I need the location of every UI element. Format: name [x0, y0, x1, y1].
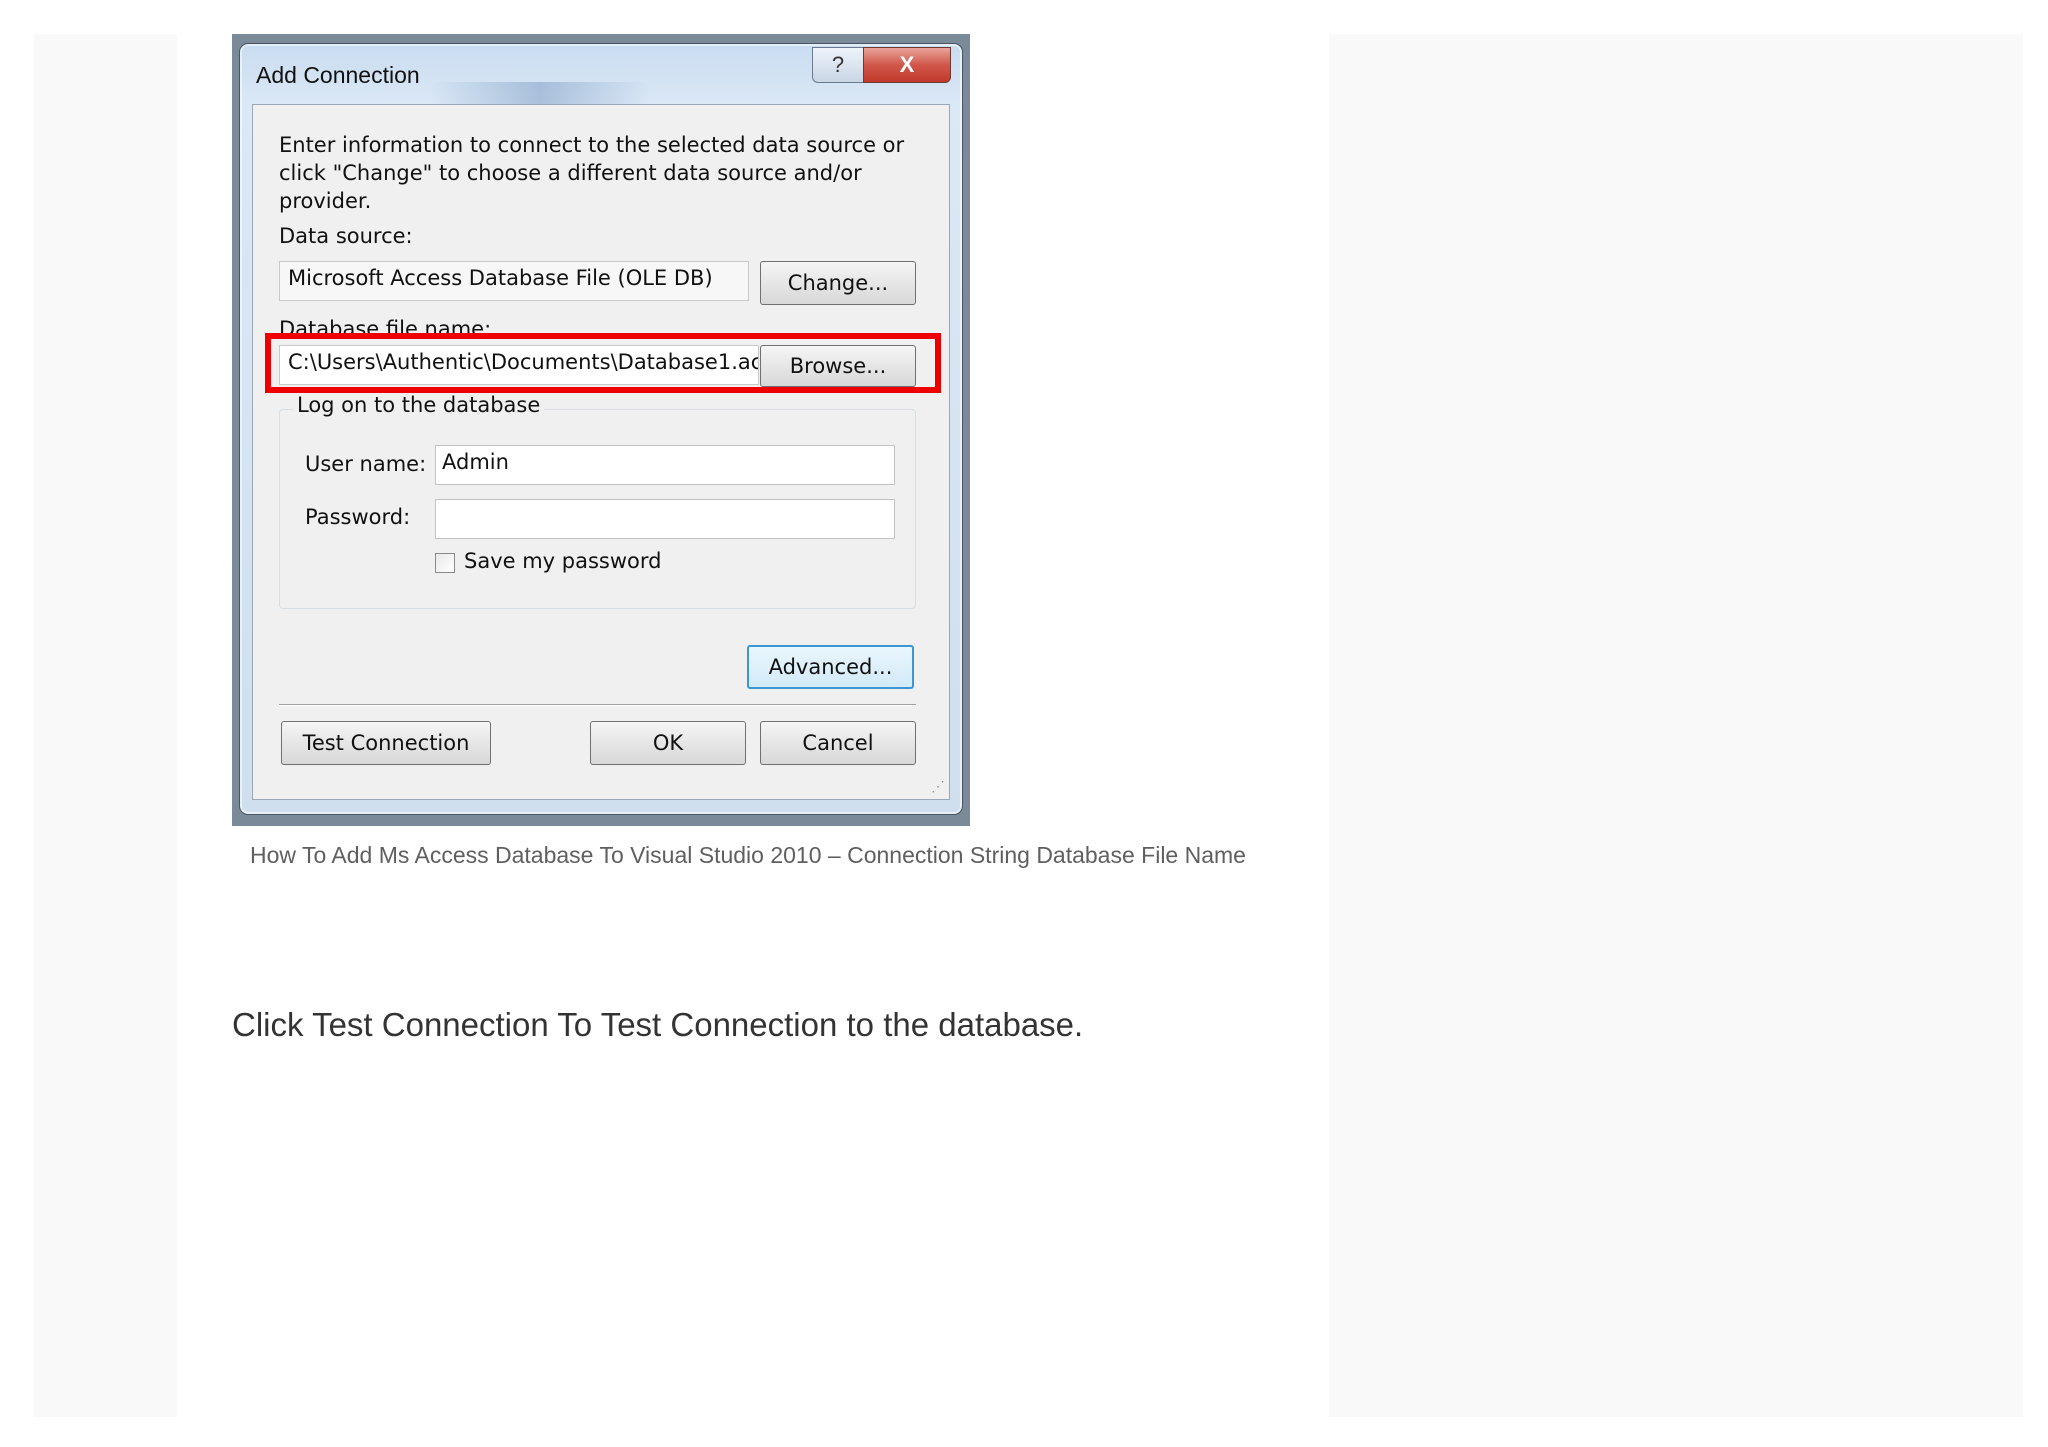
data-source-label: Data source:	[279, 224, 413, 248]
user-name-label: User name:	[305, 452, 427, 476]
help-icon: ?	[831, 52, 845, 77]
left-gutter	[34, 34, 177, 1417]
help-button[interactable]: ?	[812, 47, 864, 83]
advanced-button[interactable]: Advanced...	[747, 645, 914, 689]
figure-caption: How To Add Ms Access Database To Visual …	[250, 842, 1246, 868]
divider	[279, 704, 916, 706]
test-connection-button[interactable]: Test Connection	[281, 721, 491, 765]
data-source-field: Microsoft Access Database File (OLE DB)	[279, 261, 749, 301]
resize-grip-icon[interactable]: ⋰	[931, 778, 945, 795]
close-button[interactable]: X	[863, 47, 951, 83]
save-password-checkbox[interactable]	[435, 553, 455, 573]
dialog-client-area: Enter information to connect to the sele…	[252, 104, 950, 800]
right-sidebar	[1329, 34, 2023, 1417]
intro-text: Enter information to connect to the sele…	[279, 133, 905, 213]
cancel-button[interactable]: Cancel	[760, 721, 916, 765]
logon-group-title: Log on to the database	[293, 393, 545, 417]
close-icon: X	[899, 52, 915, 77]
password-input[interactable]	[435, 499, 895, 539]
add-connection-dialog: Add Connection ? X Enter information to …	[239, 43, 963, 815]
user-name-input[interactable]: Admin	[435, 445, 895, 485]
save-password-label[interactable]: Save my password	[464, 549, 661, 573]
title-bar-blur	[430, 82, 650, 104]
article-paragraph: Click Test Connection To Test Connection…	[232, 1006, 1084, 1043]
ok-button[interactable]: OK	[590, 721, 746, 765]
dialog-title: Add Connection	[256, 62, 420, 88]
change-button[interactable]: Change...	[760, 261, 916, 305]
password-label: Password:	[305, 505, 411, 529]
highlight-box	[265, 333, 941, 393]
screenshot-figure: Add Connection ? X Enter information to …	[232, 34, 970, 826]
